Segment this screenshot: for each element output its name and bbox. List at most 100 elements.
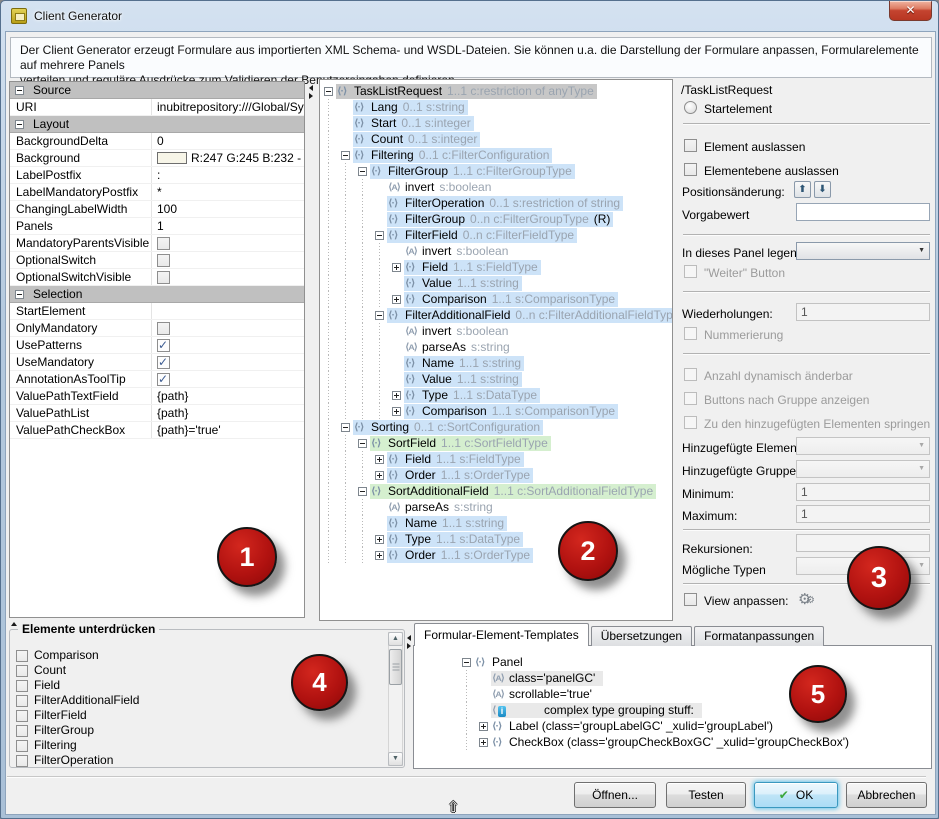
property-checkbox[interactable] xyxy=(157,254,170,267)
property-row[interactable]: Panels1 xyxy=(10,218,304,235)
tree-node[interactable]: SortField1..1 c:SortFieldType xyxy=(320,435,672,451)
property-row[interactable]: ValuePathList{path} xyxy=(10,405,304,422)
property-value[interactable]: 0 xyxy=(152,134,304,148)
tree-node[interactable]: inverts:boolean xyxy=(320,179,672,195)
tab-formular-element-templates[interactable]: Formular-Element-Templates xyxy=(414,623,589,646)
property-value[interactable]: {path}='true' xyxy=(152,423,304,437)
expand-icon[interactable] xyxy=(479,722,488,731)
cancel-button[interactable]: Abbrechen xyxy=(846,782,927,808)
collapse-icon[interactable] xyxy=(15,290,24,299)
property-row[interactable]: ValuePathTextField{path} xyxy=(10,388,304,405)
property-value[interactable] xyxy=(152,356,304,369)
tree-node[interactable]: Name1..1 s:string xyxy=(320,515,672,531)
expand-icon[interactable] xyxy=(479,738,488,747)
property-value[interactable]: {path} xyxy=(152,389,304,403)
property-value[interactable]: : xyxy=(152,168,304,182)
tree-node[interactable]: Comparison1..1 s:ComparisonType xyxy=(320,291,672,307)
collapse-icon[interactable] xyxy=(358,167,367,176)
hinzu-gruppe-dropdown[interactable] xyxy=(796,460,930,478)
collapse-icon[interactable] xyxy=(341,151,350,160)
minimum-input[interactable]: 1 xyxy=(796,483,930,501)
tree-node[interactable]: FilterAdditionalField0..n c:FilterAdditi… xyxy=(320,307,672,323)
tree-node[interactable]: Value1..1 s:string xyxy=(320,371,672,387)
collapse-icon[interactable] xyxy=(358,487,367,496)
suppress-item[interactable]: FilterOperation xyxy=(14,753,392,768)
anzahl-dynamisch-checkbox[interactable] xyxy=(684,368,697,381)
tree-node[interactable]: Field1..1 s:FieldType xyxy=(320,259,672,275)
suppress-item[interactable]: Filtering xyxy=(14,738,392,753)
property-value[interactable] xyxy=(152,322,304,335)
tree-node[interactable]: Field1..1 s:FieldType xyxy=(320,451,672,467)
tree-node[interactable]: Lang0..1 s:string xyxy=(320,99,672,115)
property-checkbox[interactable] xyxy=(157,339,170,352)
move-down-button[interactable]: ⬇ xyxy=(814,181,831,198)
tree-node[interactable]: Count0..1 s:integer xyxy=(320,131,672,147)
tree-node[interactable]: Type1..1 s:DataType xyxy=(320,387,672,403)
tree-node[interactable]: parseAss:string xyxy=(320,499,672,515)
property-row[interactable]: UseMandatory xyxy=(10,354,304,371)
tree-node[interactable]: Start0..1 s:integer xyxy=(320,115,672,131)
suppress-checkbox[interactable] xyxy=(16,755,28,767)
property-value[interactable] xyxy=(152,373,304,386)
expand-icon[interactable] xyxy=(375,471,384,480)
property-group-row[interactable]: Selection xyxy=(10,286,304,303)
property-value[interactable]: inubitrepository:///Global/Syste... xyxy=(152,100,304,114)
splitter-propgrid-tree[interactable] xyxy=(307,85,319,101)
suppress-checkbox[interactable] xyxy=(16,695,28,707)
maximum-input[interactable]: 1 xyxy=(796,505,930,523)
property-checkbox[interactable] xyxy=(157,373,170,386)
expand-icon[interactable] xyxy=(392,263,401,272)
property-row[interactable]: UsePatterns xyxy=(10,337,304,354)
property-row[interactable]: StartElement xyxy=(10,303,304,320)
tree-node[interactable]: Order1..1 s:OrderType xyxy=(320,547,672,563)
collapse-icon[interactable] xyxy=(375,231,384,240)
tree-node[interactable]: parseAss:string xyxy=(320,339,672,355)
property-row[interactable]: LabelMandatoryPostfix* xyxy=(10,184,304,201)
property-row[interactable]: BackgroundDelta0 xyxy=(10,133,304,150)
collapse-icon[interactable] xyxy=(358,439,367,448)
weiter-button-checkbox[interactable] xyxy=(684,265,697,278)
panel-legen-dropdown[interactable] xyxy=(796,242,930,260)
property-value[interactable]: 1 xyxy=(152,219,304,233)
property-checkbox[interactable] xyxy=(157,271,170,284)
tree-node[interactable]: inverts:boolean xyxy=(320,323,672,339)
collapse-icon[interactable] xyxy=(341,423,350,432)
property-checkbox[interactable] xyxy=(157,356,170,369)
tree-node[interactable]: Filtering0..1 c:FilterConfiguration xyxy=(320,147,672,163)
close-button[interactable]: ✕ xyxy=(889,1,932,21)
collapse-icon[interactable] xyxy=(324,87,333,96)
tab-formatanpassungen[interactable]: Formatanpassungen xyxy=(694,626,824,646)
tree-node[interactable]: TaskListRequest1..1 c:restriction of any… xyxy=(320,83,672,99)
property-group-row[interactable]: Layout xyxy=(10,116,304,133)
tree-node[interactable]: CheckBox (class='groupCheckBoxGC' _xulid… xyxy=(418,734,898,750)
ok-button[interactable]: ✔OK xyxy=(754,782,838,808)
tab-uebersetzungen[interactable]: Übersetzungen xyxy=(591,626,692,646)
suppress-checkbox[interactable] xyxy=(16,725,28,737)
property-row[interactable]: OptionalSwitch xyxy=(10,252,304,269)
suppress-checkbox[interactable] xyxy=(16,650,28,662)
tree-node[interactable]: Sorting0..1 c:SortConfiguration xyxy=(320,419,672,435)
property-group-row[interactable]: Source xyxy=(10,82,304,99)
expand-icon[interactable] xyxy=(392,295,401,304)
property-row[interactable]: URIinubitrepository:///Global/Syste... xyxy=(10,99,304,116)
scroll-up-button[interactable]: ▲ xyxy=(388,632,403,646)
collapse-icon[interactable] xyxy=(15,86,24,95)
scroll-down-button[interactable]: ▼ xyxy=(388,752,403,766)
expand-icon[interactable] xyxy=(375,535,384,544)
tree-node[interactable]: FilterGroup1..1 c:FilterGroupType xyxy=(320,163,672,179)
property-checkbox[interactable] xyxy=(157,237,170,250)
move-up-button[interactable]: ⬆ xyxy=(794,181,811,198)
collapse-icon[interactable] xyxy=(462,658,471,667)
collapse-icon[interactable] xyxy=(375,311,384,320)
property-value[interactable]: * xyxy=(152,185,304,199)
expand-icon[interactable] xyxy=(392,407,401,416)
property-value[interactable] xyxy=(152,271,304,284)
startelement-radio[interactable] xyxy=(684,101,697,114)
element-auslassen-checkbox[interactable] xyxy=(684,139,697,152)
property-checkbox[interactable] xyxy=(157,322,170,335)
tree-node[interactable]: FilterGroup0..n c:FilterGroupType(R) xyxy=(320,211,672,227)
property-value[interactable] xyxy=(152,237,304,250)
titlebar[interactable]: Client Generator ✕ xyxy=(1,1,938,31)
tree-node[interactable]: SortAdditionalField1..1 c:SortAdditional… xyxy=(320,483,672,499)
suppress-checkbox[interactable] xyxy=(16,680,28,692)
